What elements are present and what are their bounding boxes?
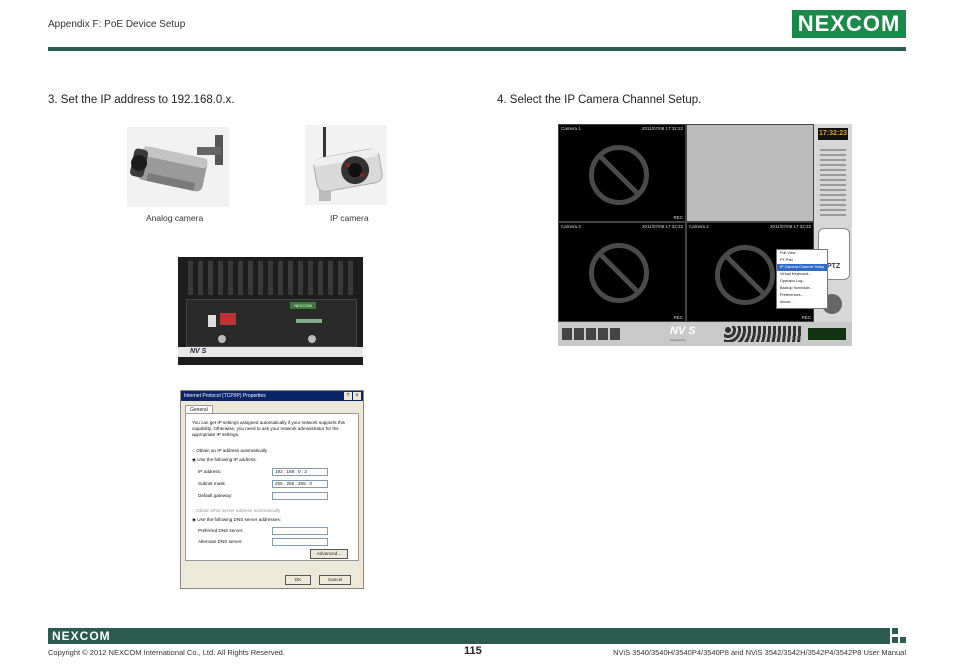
step-3-text: 3. Set the IP address to 192.168.0.x. [48, 94, 235, 106]
cancel-button[interactable]: Cancel [319, 575, 351, 585]
ptz-label: PTZ [827, 263, 841, 270]
menu-item[interactable]: Full View [777, 250, 827, 257]
step-4-text: 4. Select the IP Camera Channel Setup. [497, 94, 702, 106]
menu-item-ip-camera-setup[interactable]: IP Camera Channel Setup [777, 264, 827, 271]
footer-logo: NEXCOM [52, 629, 111, 643]
help-icon[interactable]: ? [344, 392, 352, 400]
dialog-intro: You can get IP settings assigned automat… [192, 420, 345, 437]
channel-indicators [820, 146, 846, 218]
menu-item[interactable]: Preferences... [777, 292, 827, 299]
subnet-mask-label: Subnet mask: [198, 481, 227, 486]
camera-1-time: 2011/07/08 17:32:22 [642, 126, 683, 131]
menu-item[interactable]: Backup Schedule... [777, 285, 827, 292]
camera-2-rec: REC [801, 315, 811, 320]
ip-address-field[interactable]: 192 . 168 . 0 . 2 [272, 468, 328, 476]
menu-item[interactable]: About... [777, 299, 827, 306]
context-menu: Full View PT-Pad IP Camera Channel Setup… [776, 249, 828, 309]
alternate-dns-field[interactable] [272, 538, 328, 546]
device-label: NV S [190, 348, 207, 355]
camera-2-label: Camera 2 [689, 224, 709, 229]
close-icon[interactable]: × [353, 392, 361, 400]
ok-button[interactable]: OK [285, 575, 311, 585]
alternate-dns-label: Alternate DNS server: [198, 539, 243, 544]
camera-1-view[interactable]: Camera 1 2011/07/08 17:32:22 REC [558, 124, 686, 222]
radio-ip-manual[interactable]: ◉ Use the following IP address: [192, 457, 257, 463]
no-signal-icon [715, 245, 775, 305]
camera-3-label: Camera 3 [561, 224, 581, 229]
bottom-toolbar: NV S Powered by [558, 322, 852, 346]
radio-dns-manual[interactable]: ◉ Use the following DNS server addresses… [192, 517, 281, 523]
footer-decoration [892, 637, 898, 643]
radio-dns-auto[interactable]: ○ Obtain DNS server address automaticall… [192, 508, 280, 513]
channel-buttons[interactable] [724, 326, 802, 342]
nexcom-logo: NEXCOM [792, 10, 906, 38]
ip-address-label: IP address: [198, 469, 222, 474]
footer-decoration [892, 628, 898, 634]
preferred-dns-field[interactable] [272, 527, 328, 535]
analog-camera-image [127, 127, 229, 207]
camera-2-time: 2011/07/08 17:32:22 [770, 224, 811, 229]
status-meter [808, 328, 846, 340]
menu-item[interactable]: Virtual Keyboard... [777, 271, 827, 278]
camera-empty-view[interactable] [686, 124, 814, 222]
gateway-field[interactable] [272, 492, 328, 500]
powered-by-text: Powered by [670, 338, 686, 342]
nvs-device-image: NEXCOM NV S [178, 257, 363, 365]
radio-ip-manual-label: Use the following IP address: [197, 457, 257, 462]
radio-ip-auto-label: Obtain an IP address automatically [196, 448, 268, 453]
dialog-title: Internet Protocol (TCP/IP) Properties [181, 391, 363, 401]
gateway-label: Default gateway: [198, 493, 233, 498]
nvs-brand-logo: NV S [670, 325, 696, 337]
ip-camera-image [305, 125, 387, 205]
advanced-button[interactable]: Advanced... [310, 549, 348, 559]
page-number: 115 [464, 645, 482, 657]
no-signal-icon [589, 145, 649, 205]
copyright-text: Copyright © 2012 NEXCOM International Co… [48, 648, 285, 657]
subnet-mask-field[interactable]: 255 . 255 . 255 . 0 [272, 480, 328, 488]
menu-item[interactable]: PT-Pad [777, 257, 827, 264]
tcpip-properties-dialog: Internet Protocol (TCP/IP) Properties ? … [180, 390, 364, 589]
radio-dns-auto-label: Obtain DNS server address automatically [196, 508, 281, 513]
manual-title: NViS 3540/3540H/3540P4/3540P8 and NViS 3… [613, 648, 906, 657]
radio-dns-manual-label: Use the following DNS server addresses: [197, 517, 282, 522]
camera-3-rec: REC [673, 315, 683, 320]
preferred-dns-label: Preferred DNS server: [198, 528, 244, 533]
dialog-panel: You can get IP settings assigned automat… [185, 413, 359, 561]
analog-camera-caption: Analog camera [146, 213, 204, 223]
ip-camera-caption: IP camera [330, 213, 369, 223]
section-title: Appendix F: PoE Device Setup [48, 19, 186, 30]
menu-item[interactable]: Operator Log... [777, 278, 827, 285]
radio-ip-auto[interactable]: ○ Obtain an IP address automatically [192, 448, 267, 453]
device-badge: NEXCOM [290, 302, 316, 309]
footer-bar [48, 628, 890, 644]
clock-display: 17:32:23 [818, 128, 848, 140]
layout-buttons[interactable] [562, 328, 622, 340]
no-signal-icon [589, 243, 649, 303]
camera-3-time: 2011/07/08 17:32:22 [642, 224, 683, 229]
footer-decoration [900, 637, 906, 643]
header-divider [48, 47, 906, 51]
nvs-surveillance-screenshot: Camera 1 2011/07/08 17:32:22 REC Camera … [558, 124, 852, 346]
camera-1-label: Camera 1 [561, 126, 581, 131]
camera-1-rec: REC [673, 215, 683, 220]
camera-3-view[interactable]: Camera 3 2011/07/08 17:32:22 REC [558, 222, 686, 322]
